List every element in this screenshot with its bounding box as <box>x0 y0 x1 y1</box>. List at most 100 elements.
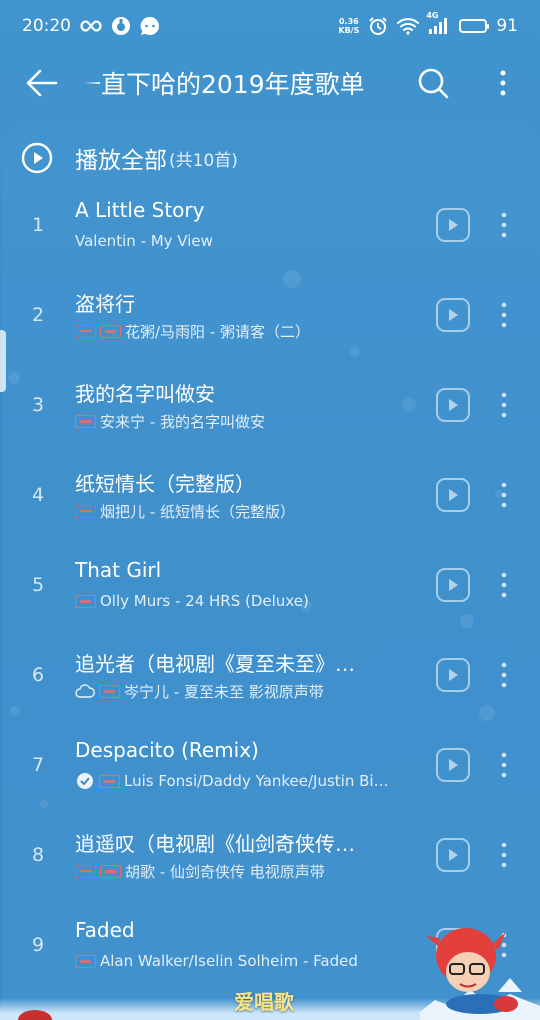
network-type: 4G <box>426 11 439 20</box>
song-artist-album: 安来宁 - 我的名字叫做安 <box>100 412 265 431</box>
song-index: 9 <box>31 934 45 956</box>
vip-badge-icon <box>75 504 96 518</box>
song-more-button[interactable] <box>490 745 518 785</box>
song-row[interactable]: 8 逍遥叹（电视剧《仙剑奇侠传… 胡歌 - 仙剑奇侠传 电视原声带 <box>0 810 540 900</box>
quality-badge-icon <box>75 414 96 428</box>
song-subtitle: 花粥/马雨阳 - 粥请客（二） <box>75 321 420 341</box>
quality-badge-icon <box>100 864 121 878</box>
status-right: 0.36 KB/S 4G 91 <box>338 11 518 36</box>
play-video-button[interactable] <box>436 388 470 422</box>
quality-badge-icon <box>100 324 121 338</box>
check-circle-icon <box>75 773 95 789</box>
play-all-label: 播放全部 <box>75 148 167 174</box>
song-more-button[interactable] <box>490 565 518 605</box>
play-video-button[interactable] <box>436 658 470 692</box>
song-index: 4 <box>31 484 45 506</box>
song-title: 追光者（电视剧《夏至未至》… <box>75 652 355 676</box>
song-more-button[interactable] <box>490 835 518 875</box>
more-vertical-icon <box>501 842 507 868</box>
song-subtitle: Valentin - My View <box>75 231 420 251</box>
song-artist-album: Olly Murs - 24 HRS (Deluxe) <box>100 592 309 610</box>
play-square-icon <box>449 759 458 771</box>
back-button[interactable] <box>0 52 84 114</box>
play-video-button[interactable] <box>436 838 470 872</box>
song-title: Faded <box>75 918 135 942</box>
status-bar: 20:20 0.36 KB/S 4G 91 <box>0 0 540 52</box>
more-vertical-icon <box>501 482 507 508</box>
song-artist-album: Luis Fonsi/Daddy Yankee/Justin Bi… <box>124 772 389 790</box>
song-more-button[interactable] <box>490 205 518 245</box>
more-vertical-icon <box>500 70 506 96</box>
more-options-button[interactable] <box>482 60 524 106</box>
battery-level: 91 <box>496 16 518 36</box>
song-more-button[interactable] <box>490 655 518 695</box>
more-vertical-icon <box>501 752 507 778</box>
play-square-icon <box>449 489 458 501</box>
status-left: 20:20 <box>22 16 160 36</box>
play-video-button[interactable] <box>436 568 470 602</box>
song-row[interactable]: 7 Despacito (Remix) Luis Fonsi/Daddy Yanke… <box>0 720 540 810</box>
quality-badge-icon <box>75 594 96 608</box>
play-square-icon <box>449 309 458 321</box>
play-square-icon <box>449 219 458 231</box>
status-time: 20:20 <box>22 16 71 36</box>
song-index: 6 <box>31 664 45 686</box>
song-row[interactable]: 5 That Girl Olly Murs - 24 HRS (Deluxe) <box>0 540 540 630</box>
play-square-icon <box>449 849 458 861</box>
alarm-clock-icon <box>368 16 388 36</box>
song-artist-album: 胡歌 - 仙剑奇侠传 电视原声带 <box>125 862 325 881</box>
search-button[interactable] <box>410 60 456 106</box>
song-artist-album: Alan Walker/Iselin Solheim - Faded <box>100 952 358 970</box>
song-index: 8 <box>31 844 45 866</box>
vip-badge-icon <box>75 864 96 878</box>
song-row[interactable]: 4 纸短情长（完整版） 烟把儿 - 纸短情长（完整版） <box>0 450 540 540</box>
song-subtitle: 胡歌 - 仙剑奇侠传 电视原声带 <box>75 861 420 881</box>
song-index: 7 <box>31 754 45 776</box>
brand-watermark: 爱唱歌 <box>234 990 294 1014</box>
play-video-button[interactable] <box>436 748 470 782</box>
song-row[interactable]: 6 追光者（电视剧《夏至未至》… 岑宁儿 - 夏至未至 影视原声带 <box>0 630 540 720</box>
song-row[interactable]: 1 A Little Story Valentin - My View <box>0 180 540 270</box>
play-video-button[interactable] <box>436 478 470 512</box>
song-subtitle: Luis Fonsi/Daddy Yankee/Justin Bi… <box>75 771 420 791</box>
play-video-button[interactable] <box>436 208 470 242</box>
signal-icon: 4G <box>426 11 450 35</box>
cloud-icon <box>75 683 95 699</box>
mascot-sticker <box>420 920 540 1020</box>
more-vertical-icon <box>501 212 507 238</box>
song-title: 我的名字叫做安 <box>75 382 215 406</box>
play-video-button[interactable] <box>436 298 470 332</box>
battery-icon <box>459 19 490 33</box>
song-more-button[interactable] <box>490 475 518 515</box>
song-subtitle: 烟把儿 - 纸短情长（完整版） <box>75 501 420 521</box>
net-speed-value: 0.36 <box>338 17 359 26</box>
app-notification-icon <box>111 16 131 36</box>
play-square-icon <box>449 579 458 591</box>
vip-badge-icon <box>75 324 96 338</box>
song-artist-album: Valentin - My View <box>75 232 213 250</box>
song-more-button[interactable] <box>490 385 518 425</box>
edge-handle[interactable] <box>0 330 6 392</box>
song-row[interactable]: 2 盗将行花粥/马雨阳 - 粥请客（二） <box>0 270 540 360</box>
song-title: 盗将行 <box>75 292 135 316</box>
play-square-icon <box>449 399 458 411</box>
more-vertical-icon <box>501 302 507 328</box>
infinity-icon <box>80 20 102 32</box>
network-speed: 0.36 KB/S <box>338 17 359 35</box>
play-all-row[interactable]: 播放全部 (共10首) <box>0 133 540 183</box>
song-title: That Girl <box>75 558 162 582</box>
song-list: 1 A Little Story Valentin - My View 2 盗将行花粥/… <box>0 180 540 990</box>
song-more-button[interactable] <box>490 295 518 335</box>
song-title: 逍遥叹（电视剧《仙剑奇侠传… <box>75 832 355 856</box>
song-index: 2 <box>31 304 45 326</box>
song-subtitle: 安来宁 - 我的名字叫做安 <box>75 411 420 431</box>
page-title: 一直下哈的2019年度歌单 <box>84 70 365 99</box>
more-vertical-icon <box>501 662 507 688</box>
song-title: 纸短情长（完整版） <box>75 472 255 496</box>
play-circle-icon <box>21 142 53 174</box>
song-index: 3 <box>31 394 45 416</box>
play-square-icon <box>449 669 458 681</box>
song-row[interactable]: 3 我的名字叫做安安来宁 - 我的名字叫做安 <box>0 360 540 450</box>
more-vertical-icon <box>501 392 507 418</box>
quality-badge-icon <box>99 684 120 698</box>
